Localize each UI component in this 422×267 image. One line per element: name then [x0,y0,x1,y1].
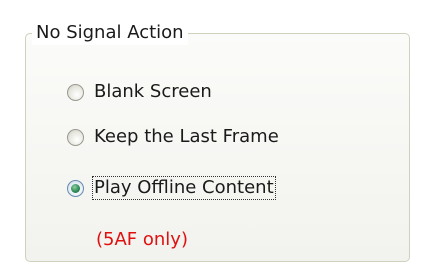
radio-selected-dot-icon [71,183,80,193]
radio-label-play-offline-content[interactable]: Play Offline Content [92,176,276,200]
radio-unchecked-icon[interactable] [67,128,84,146]
radio-blank-screen[interactable]: Blank Screen [67,77,214,107]
model-restriction-note: (5AF only) [96,229,188,250]
radio-label-keep-last-frame[interactable]: Keep the Last Frame [92,125,281,149]
groupbox-title: No Signal Action [32,21,188,45]
radio-play-offline-content[interactable]: Play Offline Content [67,173,276,203]
radio-checked-icon[interactable] [67,179,84,197]
radio-label-blank-screen[interactable]: Blank Screen [92,80,214,104]
radio-keep-last-frame[interactable]: Keep the Last Frame [67,122,281,152]
radio-unchecked-icon[interactable] [67,83,84,101]
